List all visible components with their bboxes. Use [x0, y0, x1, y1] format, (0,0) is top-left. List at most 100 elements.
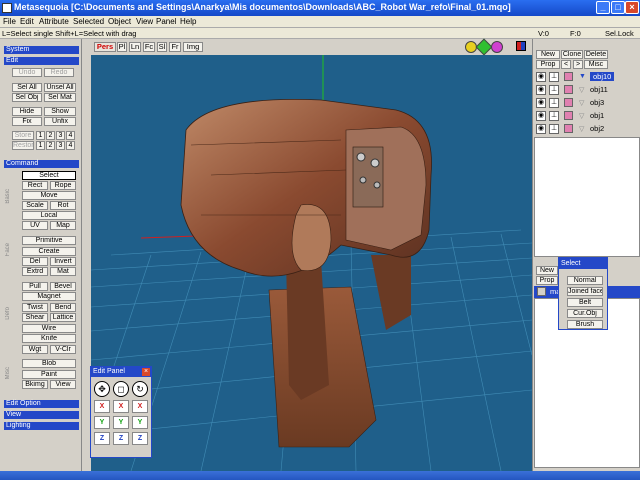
lock-icon[interactable]: ⊥	[549, 85, 559, 95]
scale-y-axis[interactable]: Y	[113, 416, 129, 429]
restore-slot-3[interactable]: 3	[56, 141, 65, 150]
maximize-button[interactable]: □	[611, 1, 625, 14]
wire-button[interactable]: Wire	[22, 324, 76, 333]
uv-button[interactable]: UV	[22, 221, 48, 230]
edit-header[interactable]: Edit	[4, 57, 79, 65]
object-color-swatch[interactable]	[564, 85, 573, 94]
tab-perspective[interactable]: Pers	[94, 42, 116, 52]
invert-button[interactable]: Invert	[50, 257, 76, 266]
restore-button[interactable]: Restore	[12, 141, 34, 150]
visibility-eye-icon[interactable]: ◉	[536, 111, 546, 121]
select-object-button[interactable]: Sel Obj	[12, 93, 42, 102]
rotate-z-axis[interactable]: Z	[132, 432, 148, 445]
rotate-view-icon[interactable]	[491, 41, 503, 53]
menu-object[interactable]: Object	[108, 17, 131, 26]
edit-option-header[interactable]: Edit Option	[4, 400, 79, 408]
rope-select-button[interactable]: Rope	[50, 181, 76, 190]
map-button[interactable]: Map	[50, 221, 76, 230]
object-row[interactable]: ◉ ⊥ ▼ obj10	[534, 71, 640, 83]
restore-slot-2[interactable]: 2	[46, 141, 55, 150]
lock-icon[interactable]: ⊥	[549, 72, 559, 82]
select-all-button[interactable]: Sel All	[12, 83, 42, 92]
delete-object-button[interactable]: Delete	[584, 50, 608, 59]
move-x-axis[interactable]: X	[94, 400, 110, 413]
fix-button[interactable]: Fix	[12, 117, 42, 126]
move-z-axis[interactable]: Z	[94, 432, 110, 445]
object-color-swatch[interactable]	[564, 111, 573, 120]
menu-view[interactable]: View	[136, 17, 153, 26]
view-layout-icon[interactable]	[516, 41, 526, 51]
shear-button[interactable]: Shear	[22, 313, 48, 322]
select-mode-current-object[interactable]: Cur.Obj	[567, 309, 603, 318]
rotate-x-axis[interactable]: X	[132, 400, 148, 413]
select-command-button[interactable]: Select	[22, 171, 76, 180]
scale-button[interactable]: Scale	[22, 201, 48, 210]
object-color-swatch[interactable]	[564, 124, 573, 133]
menu-selected[interactable]: Selected	[73, 17, 104, 26]
redo-button[interactable]: Redo	[44, 68, 74, 77]
blob-button[interactable]: Blob	[22, 359, 76, 368]
visibility-eye-icon[interactable]: ◉	[536, 124, 546, 134]
rotate-y-axis[interactable]: Y	[132, 416, 148, 429]
sel-lock-toggle[interactable]: Sel.Lock	[605, 29, 634, 38]
menu-edit[interactable]: Edit	[20, 17, 34, 26]
material-prop-button[interactable]: Prop	[536, 276, 558, 285]
material-swatch[interactable]	[537, 287, 546, 296]
twist-button[interactable]: Twist	[22, 303, 48, 312]
show-button[interactable]: Show	[44, 107, 76, 116]
store-slot-4[interactable]: 4	[66, 131, 75, 140]
store-button[interactable]: Store	[12, 131, 34, 140]
new-material-button[interactable]: New	[536, 266, 558, 275]
tab-shading[interactable]: Sl	[157, 42, 167, 52]
edit-panel-close-icon[interactable]: ×	[142, 368, 150, 376]
local-button[interactable]: Local	[22, 211, 76, 220]
object-color-swatch[interactable]	[564, 98, 573, 107]
menu-file[interactable]: File	[3, 17, 16, 26]
unselect-all-button[interactable]: Unsel All	[44, 83, 76, 92]
menu-attribute[interactable]: Attribute	[39, 17, 69, 26]
menu-panel[interactable]: Panel	[156, 17, 176, 26]
bend-button[interactable]: Bend	[50, 303, 76, 312]
visibility-eye-icon[interactable]: ◉	[536, 72, 546, 82]
select-mode-belt[interactable]: Belt	[567, 298, 603, 307]
store-slot-2[interactable]: 2	[46, 131, 55, 140]
close-button[interactable]: ×	[625, 1, 639, 14]
restore-slot-4[interactable]: 4	[66, 141, 75, 150]
select-mode-brush[interactable]: Brush	[567, 320, 603, 329]
extrude-button[interactable]: Extrd	[22, 267, 48, 276]
move-tool-icon[interactable]: ✥	[94, 381, 110, 397]
select-mode-normal[interactable]: Normal	[567, 276, 603, 285]
minimize-button[interactable]: _	[596, 1, 610, 14]
pan-icon[interactable]	[475, 38, 493, 56]
vertex-color-button[interactable]: V-Clr	[50, 345, 76, 354]
select-material-button[interactable]: Sel Mat	[44, 93, 76, 102]
tab-line[interactable]: Ln	[129, 42, 141, 52]
knife-button[interactable]: Knife	[22, 334, 76, 343]
next-object-button[interactable]: >	[573, 60, 583, 69]
rotate-button[interactable]: Rot	[50, 201, 76, 210]
move-button[interactable]: Move	[22, 191, 76, 200]
lock-icon[interactable]: ⊥	[549, 98, 559, 108]
lock-icon[interactable]: ⊥	[549, 111, 559, 121]
tab-point[interactable]: Pl	[117, 42, 127, 52]
store-slot-1[interactable]: 1	[36, 131, 45, 140]
delete-face-button[interactable]: Del	[22, 257, 48, 266]
select-mode-joined-face[interactable]: Joined face	[567, 287, 603, 296]
material-button[interactable]: Mat	[50, 267, 76, 276]
object-row[interactable]: ◉ ⊥ ▽ obj1	[534, 110, 640, 122]
scale-x-axis[interactable]: X	[113, 400, 129, 413]
tab-front[interactable]: Fr	[169, 42, 181, 52]
object-row[interactable]: ◉ ⊥ ▽ obj3	[534, 97, 640, 109]
hide-button[interactable]: Hide	[12, 107, 42, 116]
3d-viewport[interactable]	[91, 55, 532, 471]
lock-icon[interactable]: ⊥	[549, 124, 559, 134]
scale-z-axis[interactable]: Z	[113, 432, 129, 445]
object-prop-button[interactable]: Prop	[536, 60, 560, 69]
view-command-button[interactable]: View	[50, 380, 76, 389]
object-color-swatch[interactable]	[564, 72, 573, 81]
clone-object-button[interactable]: Clone	[561, 50, 583, 59]
paint-button[interactable]: Paint	[22, 370, 76, 379]
unfix-button[interactable]: Unfix	[44, 117, 76, 126]
lighting-header[interactable]: Lighting	[4, 422, 79, 430]
object-misc-button[interactable]: Misc	[584, 60, 608, 69]
